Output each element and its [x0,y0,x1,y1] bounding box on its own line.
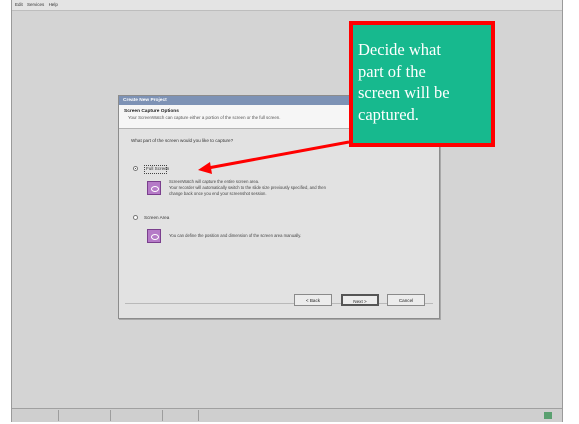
arrow-shaft [207,140,350,170]
annotation-arrow [198,140,350,174]
arrow-head-icon [198,162,212,174]
